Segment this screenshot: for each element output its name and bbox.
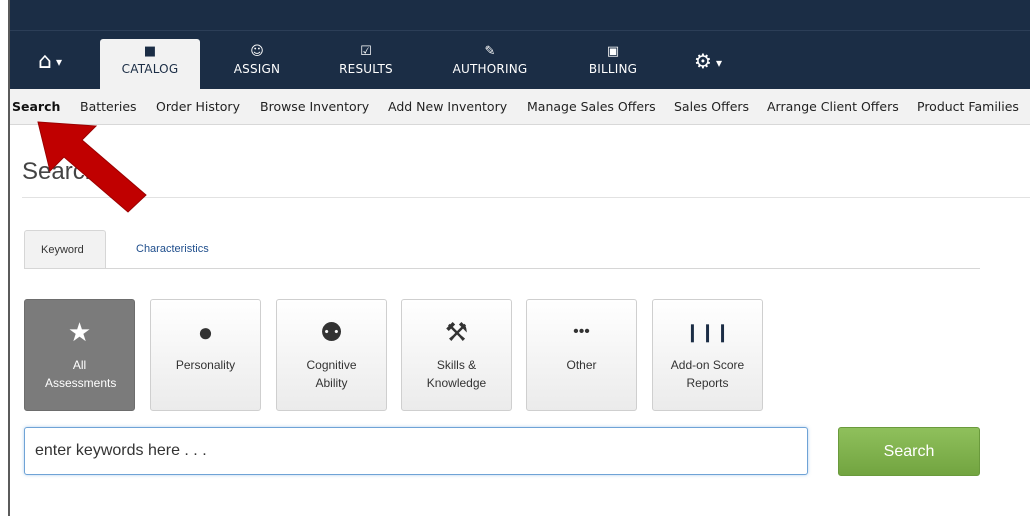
- category-all-assessments[interactable]: ★ All Assessments: [24, 299, 135, 411]
- category-label: All Assessments: [45, 358, 117, 390]
- nav-tab-results[interactable]: ☑ RESULTS: [328, 39, 404, 90]
- nav-tab-billing[interactable]: ▣ BILLING: [578, 39, 648, 90]
- subnav-item-batteries[interactable]: Batteries: [80, 99, 137, 114]
- category-label: Cognitive Ability: [306, 358, 357, 390]
- nav-tab-catalog[interactable]: ■ CATALOG: [100, 39, 200, 90]
- pencil-icon: ✎: [484, 44, 496, 59]
- home-icon: ⌂: [38, 49, 52, 74]
- category-label: Other: [566, 358, 597, 372]
- keyword-search-input[interactable]: [24, 427, 808, 475]
- subnav-item-browse-inventory[interactable]: Browse Inventory: [260, 99, 369, 114]
- gear-icon: ⚙: [694, 49, 712, 73]
- home-menu[interactable]: ⌂ ▾: [20, 49, 80, 79]
- check-square-icon: ☑: [360, 44, 372, 59]
- page-title: Search: [22, 158, 99, 185]
- category-other[interactable]: ••• Other: [526, 299, 637, 411]
- lightbulb-icon: ⚉: [319, 317, 344, 347]
- title-divider: [22, 197, 1030, 198]
- users-icon: ☺: [250, 44, 264, 59]
- category-skills-knowledge[interactable]: ⚒ Skills & Knowledge: [401, 299, 512, 411]
- money-icon: ▣: [606, 44, 620, 59]
- search-button[interactable]: Search: [838, 427, 980, 476]
- user-icon: ●: [197, 317, 214, 347]
- sub-nav: Search Batteries Order History Browse In…: [10, 89, 1030, 125]
- nav-tab-label: AUTHORING: [452, 62, 528, 76]
- subnav-item-product-families[interactable]: Product Families: [917, 99, 1019, 114]
- category-cognitive-ability[interactable]: ⚉ Cognitive Ability: [276, 299, 387, 411]
- subnav-item-manage-sales-offers[interactable]: Manage Sales Offers: [527, 99, 656, 114]
- category-label: Personality: [175, 358, 236, 372]
- book-icon: ■: [143, 44, 157, 59]
- category-add-on-score-reports[interactable]: ❙❙❙ Add-on Score Reports: [652, 299, 763, 411]
- nav-tab-label: ASSIGN: [233, 62, 281, 76]
- star-icon: ★: [67, 317, 92, 347]
- chevron-down-icon: ▾: [55, 55, 62, 69]
- ellipsis-icon: •••: [573, 323, 590, 340]
- nav-tab-label: CATALOG: [121, 62, 179, 76]
- subnav-item-sales-offers[interactable]: Sales Offers: [674, 99, 749, 114]
- subnav-item-search[interactable]: Search: [12, 99, 60, 114]
- subnav-item-arrange-client-offers[interactable]: Arrange Client Offers: [767, 99, 899, 114]
- nav-tab-label: BILLING: [588, 62, 638, 76]
- nav-tab-assign[interactable]: ☺ ASSIGN: [222, 39, 292, 90]
- subnav-item-add-new-inventory[interactable]: Add New Inventory: [388, 99, 507, 114]
- bar-chart-icon: ❙❙❙: [684, 322, 731, 342]
- top-bar: [10, 0, 1030, 30]
- nav-tab-authoring[interactable]: ✎ AUTHORING: [442, 39, 538, 90]
- tab-keyword[interactable]: Keyword: [24, 230, 106, 268]
- settings-menu[interactable]: ⚙ ▾: [678, 49, 738, 79]
- tab-divider: [24, 268, 980, 269]
- chevron-down-icon: ▾: [715, 55, 722, 70]
- wrench-icon: ⚒: [444, 317, 469, 347]
- subnav-item-order-history[interactable]: Order History: [156, 99, 240, 114]
- nav-tab-label: RESULTS: [339, 62, 393, 76]
- category-personality[interactable]: ● Personality: [150, 299, 261, 411]
- category-label: Add-on Score Reports: [670, 358, 745, 390]
- app-frame: ⌂ ▾ ■ CATALOG ☺ ASSIGN ☑ RESULTS ✎ AUTHOR…: [8, 0, 1030, 516]
- category-label: Skills & Knowledge: [426, 358, 487, 390]
- main-nav: ⌂ ▾ ■ CATALOG ☺ ASSIGN ☑ RESULTS ✎ AUTHOR…: [10, 30, 1030, 90]
- tab-characteristics[interactable]: Characteristics: [120, 230, 225, 268]
